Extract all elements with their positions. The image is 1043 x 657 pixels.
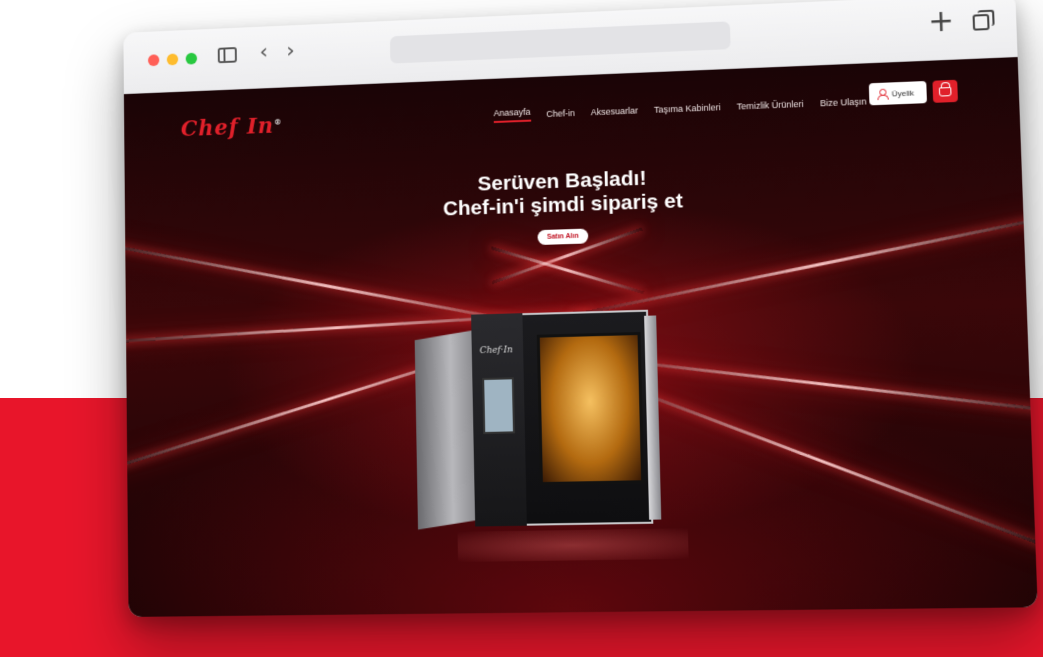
buy-now-button[interactable]: Satın Alın xyxy=(537,228,588,246)
stage: ‹ › + Chef In® Anasayfa Chef-in Aksesuar… xyxy=(0,0,1043,657)
oven-product-image: Chef·In xyxy=(414,300,709,562)
new-tab-plus-icon[interactable]: + xyxy=(928,3,955,39)
browser-window: ‹ › + Chef In® Anasayfa Chef-in Aksesuar… xyxy=(123,0,1038,617)
close-window-button[interactable] xyxy=(147,54,160,67)
maximize-window-button[interactable] xyxy=(185,52,198,65)
website-viewport: Chef In® Anasayfa Chef-in Aksesuarlar Ta… xyxy=(123,57,1038,617)
oven-brand-mark: Chef·In xyxy=(479,345,513,357)
membership-label: Üyelik xyxy=(891,88,915,98)
nav-link-temizlik-urunleri[interactable]: Temizlik Ürünleri xyxy=(737,98,804,111)
basket-icon xyxy=(938,87,952,97)
logo-text: Chef In xyxy=(180,113,275,142)
nav-link-chef-in[interactable]: Chef-in xyxy=(546,108,575,119)
cart-button[interactable] xyxy=(932,79,958,103)
hero-section: Serüven Başladı! Chef-in'i şimdi sipariş… xyxy=(125,153,1024,258)
oven-display-screen xyxy=(482,377,515,435)
nav-link-bize-ulasin[interactable]: Bize Ulaşın xyxy=(820,96,867,108)
membership-button[interactable]: Üyelik xyxy=(868,80,927,106)
nav-link-tasima-kabinleri[interactable]: Taşıma Kabinleri xyxy=(654,102,721,115)
nav-link-aksesuarlar[interactable]: Aksesuarlar xyxy=(591,105,638,117)
user-icon xyxy=(877,89,888,99)
nav-link-anasayfa[interactable]: Anasayfa xyxy=(493,106,531,124)
floor-reflection xyxy=(457,528,689,562)
main-navigation: Anasayfa Chef-in Aksesuarlar Taşıma Kabi… xyxy=(493,93,867,124)
address-bar[interactable] xyxy=(389,21,731,64)
back-arrow-icon[interactable]: ‹ xyxy=(259,40,268,65)
minimize-window-button[interactable] xyxy=(166,53,179,66)
tab-overview-icon[interactable] xyxy=(972,13,990,31)
sidebar-toggle-icon[interactable] xyxy=(217,47,237,64)
forward-arrow-icon[interactable]: › xyxy=(286,39,295,64)
oven-side-panel xyxy=(414,330,478,530)
site-logo[interactable]: Chef In® xyxy=(181,113,283,142)
oven-glass-door xyxy=(536,331,645,486)
